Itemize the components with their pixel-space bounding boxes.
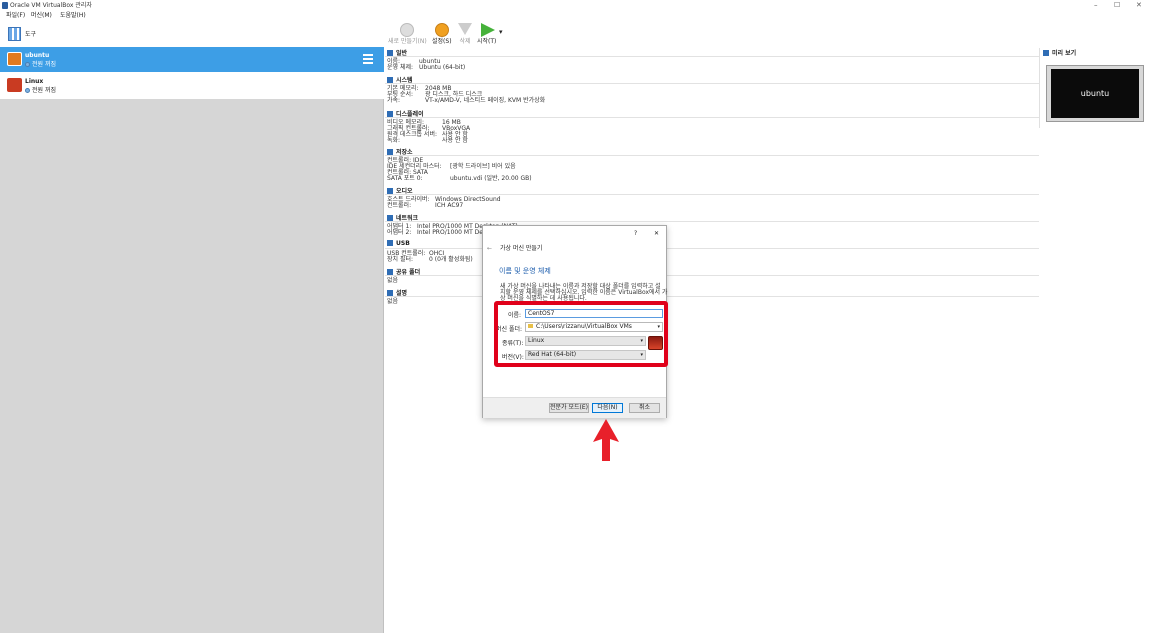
start-arrow-icon — [481, 23, 495, 37]
vm-list: ubuntu 전원 꺼짐 Linux 전원 꺼짐 — [0, 47, 384, 99]
dialog-close-icon[interactable]: ✕ — [654, 230, 659, 237]
maximize-icon[interactable]: ☐ — [1114, 1, 1120, 9]
expert-mode-button[interactable]: 전문가 모드(E) — [549, 403, 589, 413]
row-value: Ubuntu (64-bit) — [419, 64, 466, 71]
discard-label: 삭제 — [459, 38, 471, 45]
row-value: [광학 드라이브] 비어 있음 — [450, 163, 516, 170]
preview-pane: 미리 보기 ubuntu — [1039, 48, 1150, 128]
minimize-icon[interactable]: – — [1094, 1, 1098, 9]
menu-machine[interactable]: 머신(M) — [31, 12, 52, 19]
ubuntu-os-icon — [7, 52, 22, 66]
gear-icon — [434, 23, 449, 37]
settings-label: 설정(S) — [432, 38, 452, 45]
row-key: 없음 — [387, 277, 399, 284]
next-button[interactable]: 다음(N) — [592, 403, 623, 413]
annotation-arrow-icon — [593, 419, 619, 461]
row-value: VT-x/AMD-V, 네스티드 페이징, KVM 반가상화 — [425, 97, 546, 104]
row-key: 녹화: — [387, 137, 401, 144]
row-key: 없음 — [387, 298, 399, 305]
start-label: 시작(T) — [477, 38, 497, 45]
dialog-title: 가상 머신 만들기 — [500, 245, 543, 252]
menu-bar: 파일(F) 머신(M) 도움말(H) — [0, 11, 384, 21]
settings-button[interactable]: 설정(S) — [432, 23, 452, 45]
vm-name: Linux — [25, 78, 44, 85]
main-toolbar: 새로 만들기(N) 설정(S) 삭제 시작(T) ▾ — [385, 21, 1150, 48]
vm-menu-icon[interactable] — [363, 54, 373, 64]
close-icon[interactable]: ✕ — [1136, 1, 1142, 9]
preview-icon — [1043, 50, 1049, 56]
window-title: Oracle VM VirtualBox 관리자 — [10, 2, 92, 9]
row-value: ubuntu.vdi (일반, 20.00 GB) — [450, 175, 532, 182]
new-icon — [400, 23, 415, 37]
vm-item-linux[interactable]: Linux 전원 꺼짐 — [0, 73, 384, 98]
start-dropdown-icon[interactable]: ▾ — [499, 28, 503, 36]
preview-title: 미리 보기 — [1052, 50, 1077, 57]
power-off-icon — [25, 62, 30, 67]
row-value: ICH AC97 — [435, 202, 464, 209]
row-key: 장치 필터: — [387, 256, 414, 263]
linux-os-icon — [7, 78, 22, 92]
tools-icon — [8, 27, 21, 41]
usb-icon — [387, 240, 393, 246]
app-icon — [2, 2, 8, 9]
vm-list-pane: 도구 ubuntu 전원 꺼짐 Linux 전원 꺼짐 — [0, 21, 384, 633]
section-title: USB — [396, 240, 410, 247]
row-key: 가속: — [387, 97, 401, 104]
dialog-button-bar: 전문가 모드(E) 다음(N) 취소 — [483, 397, 666, 418]
title-bar: Oracle VM VirtualBox 관리자 – ☐ ✕ — [0, 0, 1150, 11]
power-off-icon — [25, 88, 30, 93]
vm-state: 전원 꺼짐 — [25, 85, 56, 94]
row-value: 사용 안 함 — [442, 137, 468, 144]
menu-file[interactable]: 파일(F) — [6, 12, 25, 19]
vm-name: ubuntu — [25, 52, 50, 59]
preview-screen: ubuntu — [1046, 65, 1144, 122]
preview-screen-text: ubuntu — [1051, 69, 1139, 118]
row-key: 어댑터 2: — [387, 229, 412, 236]
row-key: SATA 포트 0: — [387, 175, 423, 182]
discard-arrow-icon — [458, 23, 472, 35]
new-button[interactable]: 새로 만들기(N) — [388, 23, 427, 45]
tools-item[interactable]: 도구 — [0, 21, 384, 47]
vm-state: 전원 꺼짐 — [25, 59, 56, 68]
tools-label: 도구 — [25, 31, 37, 38]
dialog-heading: 이름 및 운영 체제 — [499, 267, 551, 275]
cancel-button[interactable]: 취소 — [629, 403, 660, 413]
row-value: 0 (0개 활성화됨) — [429, 256, 473, 263]
vm-item-ubuntu[interactable]: ubuntu 전원 꺼짐 — [0, 47, 384, 72]
row-key: 운영 체제: — [387, 64, 414, 71]
help-icon[interactable]: ? — [634, 230, 637, 237]
new-label: 새로 만들기(N) — [388, 38, 427, 45]
menu-help[interactable]: 도움말(H) — [60, 12, 86, 19]
row-key: 컨트롤러: — [387, 202, 412, 209]
start-button[interactable]: 시작(T) — [477, 23, 496, 45]
back-arrow-icon[interactable]: ← — [487, 245, 492, 252]
discard-button[interactable]: 삭제 — [458, 23, 472, 45]
highlight-box — [494, 301, 668, 367]
